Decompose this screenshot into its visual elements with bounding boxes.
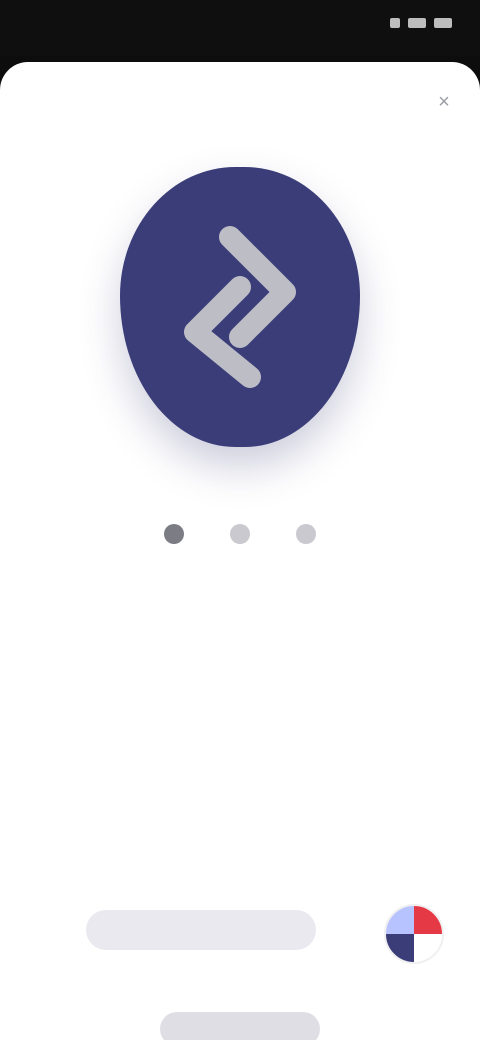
sheet-header: × <box>0 82 480 122</box>
pager-dot[interactable] <box>164 524 184 544</box>
status-icons <box>390 18 452 28</box>
hero-badge <box>120 167 360 447</box>
floating-action-button[interactable] <box>384 904 444 964</box>
signal-icon <box>390 18 400 28</box>
primary-button[interactable] <box>86 910 316 950</box>
close-button[interactable]: × <box>430 88 458 116</box>
status-bar <box>0 0 480 56</box>
bottom-sheet: × <box>0 62 480 1040</box>
secondary-button[interactable] <box>160 1012 320 1040</box>
swap-arrows-icon <box>184 226 296 388</box>
wifi-icon <box>408 18 426 28</box>
pager-dot[interactable] <box>230 524 250 544</box>
pager-dot[interactable] <box>296 524 316 544</box>
battery-icon <box>434 18 452 28</box>
details <box>30 602 450 622</box>
pager <box>0 522 480 546</box>
